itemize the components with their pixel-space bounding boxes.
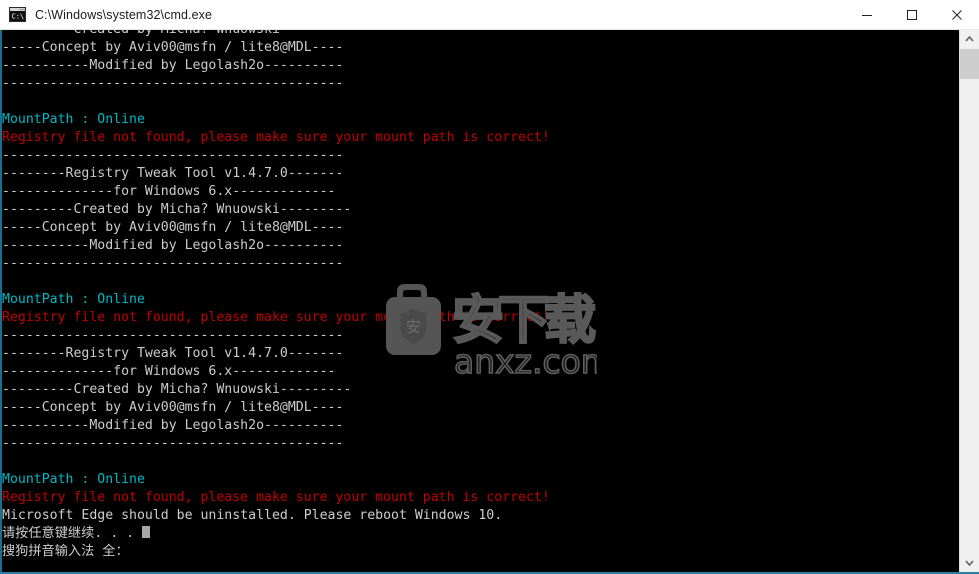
console-line: MountPath : Online [2, 292, 145, 307]
console-line: -----Concept by Aviv00@msfn / lite8@MDL-… [2, 40, 344, 55]
press-any-key-prompt: 请按任意键继续. . . [2, 525, 952, 543]
console-line: Registry file not found, please make sur… [2, 310, 550, 325]
console-line: Registry file not found, please make sur… [2, 130, 550, 145]
console-line: --------------for Windows 6.x-----------… [2, 364, 336, 379]
console-line: -----Concept by Aviv00@msfn / lite8@MDL-… [2, 220, 344, 235]
close-button[interactable] [934, 0, 979, 30]
text-cursor [141, 526, 150, 538]
console-line: ----------------------------------------… [2, 256, 344, 271]
title-bar[interactable]: C:\ C:\Windows\system32\cmd.exe [0, 0, 979, 30]
scroll-up-button[interactable] [960, 30, 979, 48]
cmd-console-icon: C:\ [9, 7, 26, 22]
prompt-text: 请按任意键继续. . . [2, 526, 142, 541]
console-output-area[interactable]: ---------Created by Micha? Wnuowski-----… [0, 30, 979, 574]
chevron-down-icon [965, 560, 974, 566]
console-line: ---------Created by Micha? Wnuowski-----… [2, 30, 952, 39]
window-frame-left [0, 30, 2, 574]
maximize-button[interactable] [889, 0, 934, 30]
svg-text:C:\: C:\ [12, 13, 25, 21]
scroll-down-button[interactable] [960, 554, 979, 572]
minimize-button[interactable] [844, 0, 889, 30]
console-line: -----------Modified by Legolash2o-------… [2, 238, 344, 253]
console-line: -----------Modified by Legolash2o-------… [2, 58, 344, 73]
console-line: ----------------------------------------… [2, 328, 344, 343]
console-line: MountPath : Online [2, 472, 145, 487]
console-text: ---------Created by Micha? Wnuowski-----… [2, 30, 952, 561]
console-line: --------Registry Tweak Tool v1.4.7.0----… [2, 346, 344, 361]
console-line: ----------------------------------------… [2, 148, 344, 163]
console-line: ----------------------------------------… [2, 436, 344, 451]
console-line: --------------for Windows 6.x-----------… [2, 184, 336, 199]
console-line: ---------Created by Micha? Wnuowski-----… [2, 382, 352, 397]
console-line: --------Registry Tweak Tool v1.4.7.0----… [2, 166, 344, 181]
console-line: Microsoft Edge should be uninstalled. Pl… [2, 508, 503, 523]
scroll-track[interactable] [960, 79, 979, 554]
scroll-thumb[interactable] [960, 49, 979, 79]
console-line: ---------Created by Micha? Wnuowski-----… [2, 202, 352, 217]
chevron-up-icon [965, 36, 974, 42]
maximize-icon [906, 9, 917, 20]
window-controls [844, 0, 979, 30]
console-line: -----Concept by Aviv00@msfn / lite8@MDL-… [2, 400, 344, 415]
console-line: -----------Modified by Legolash2o-------… [2, 418, 344, 433]
cmd-window: C:\ C:\Windows\system32\cmd.exe -----Con… [0, 0, 979, 574]
console-line: Registry file not found, please make sur… [2, 490, 550, 505]
console-line: ----------------------------------------… [2, 76, 344, 91]
console-line: MountPath : Online [2, 112, 145, 127]
close-icon [951, 9, 962, 20]
ime-status-line: 搜狗拼音输入法 全： [2, 544, 129, 559]
minimize-icon [861, 14, 872, 16]
vertical-scrollbar[interactable] [959, 30, 979, 574]
window-title: C:\Windows\system32\cmd.exe [35, 7, 213, 22]
